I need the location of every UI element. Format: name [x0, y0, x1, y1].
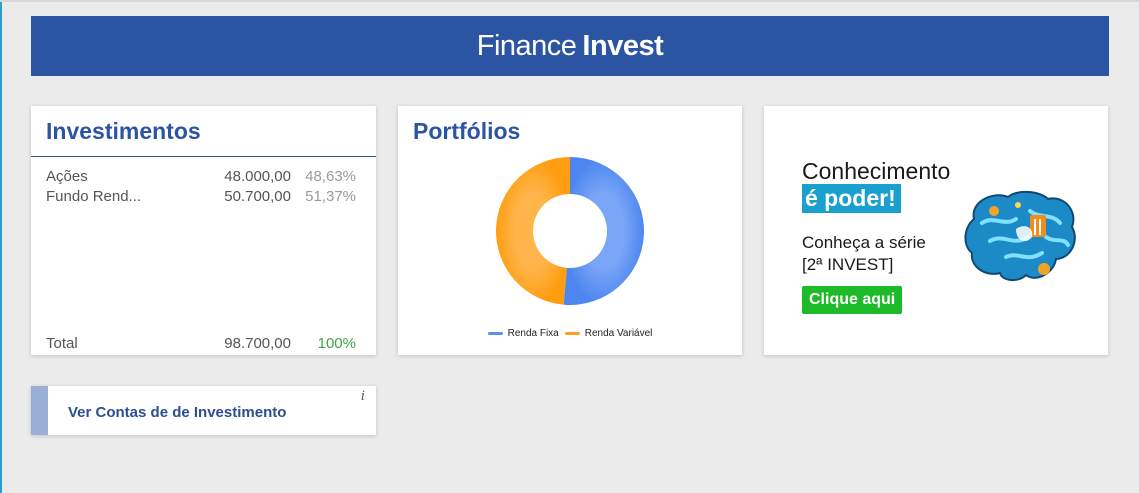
portfolios-card: Portfólios Renda Fixa Renda Variável — [398, 106, 742, 355]
total-value: 98.700,00 — [224, 335, 291, 352]
investments-title: Investimentos — [46, 118, 201, 144]
investment-name: Fundo Rend... — [46, 188, 142, 205]
investment-percent: 51,37% — [305, 188, 356, 205]
total-label: Total — [46, 335, 78, 352]
investment-value: 50.700,00 — [224, 188, 291, 205]
promo-highlight: é poder! — [802, 184, 901, 213]
legend-swatch — [487, 331, 503, 335]
window-left-edge — [0, 0, 2, 493]
promo-banner-card[interactable]: Conhecimento é poder! Conheça a série [2… — [764, 106, 1108, 355]
link-card-accent — [31, 386, 48, 435]
legend-swatch — [564, 331, 580, 335]
legend-label: Renda Variável — [584, 327, 653, 339]
promo-cta-button[interactable]: Clique aqui — [802, 286, 903, 314]
total-percent: 100% — [317, 335, 356, 352]
portfolio-donut-chart — [496, 157, 645, 305]
promo-series: [2ª INVEST] — [802, 255, 894, 274]
investment-total-row: Total 98.700,00 100% — [46, 335, 366, 353]
legend-label: Renda Fixa — [507, 327, 559, 339]
investment-name: Ações — [46, 168, 88, 185]
donut-slice-renda-vari-vel[interactable] — [496, 157, 570, 305]
investment-row[interactable]: Ações 48.000,00 48,63% — [46, 168, 366, 186]
brand-name-bold: Invest — [582, 29, 664, 62]
info-icon[interactable]: i — [361, 389, 365, 404]
header-banner: Finance Invest — [31, 16, 1109, 76]
investment-row[interactable]: Fundo Rend... 50.700,00 51,37% — [46, 188, 366, 206]
investments-divider — [31, 156, 376, 157]
investments-card: Investimentos Ações 48.000,00 48,63% Fun… — [31, 106, 376, 355]
investment-accounts-link[interactable]: Ver Contas de de Investimento — [68, 404, 286, 421]
promo-headline: Conhecimento — [802, 158, 951, 184]
legend-item-renda-variavel[interactable]: Renda Variável — [564, 327, 653, 339]
investment-percent: 48,63% — [305, 168, 356, 185]
brain-icon — [964, 191, 1076, 281]
investment-accounts-link-card[interactable]: Ver Contas de de Investimento i — [31, 386, 376, 435]
portfolios-title: Portfólios — [413, 118, 521, 144]
donut-slice-renda-fixa[interactable] — [563, 157, 645, 305]
chart-legend: Renda Fixa Renda Variável — [398, 326, 742, 340]
window-top-edge — [0, 0, 1139, 2]
brand-name-light: Finance — [476, 29, 577, 62]
promo-subtitle: Conheça a série — [802, 233, 926, 252]
investment-value: 48.000,00 — [224, 168, 291, 185]
legend-item-renda-fixa[interactable]: Renda Fixa — [487, 327, 559, 339]
